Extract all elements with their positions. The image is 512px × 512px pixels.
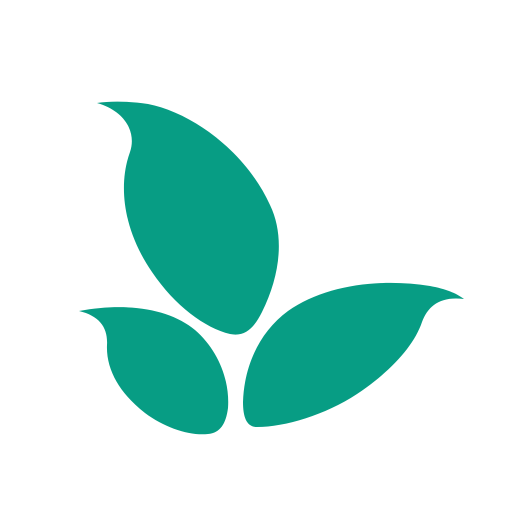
three-leaves-icon bbox=[0, 0, 512, 512]
app-icon-canvas bbox=[0, 0, 512, 512]
